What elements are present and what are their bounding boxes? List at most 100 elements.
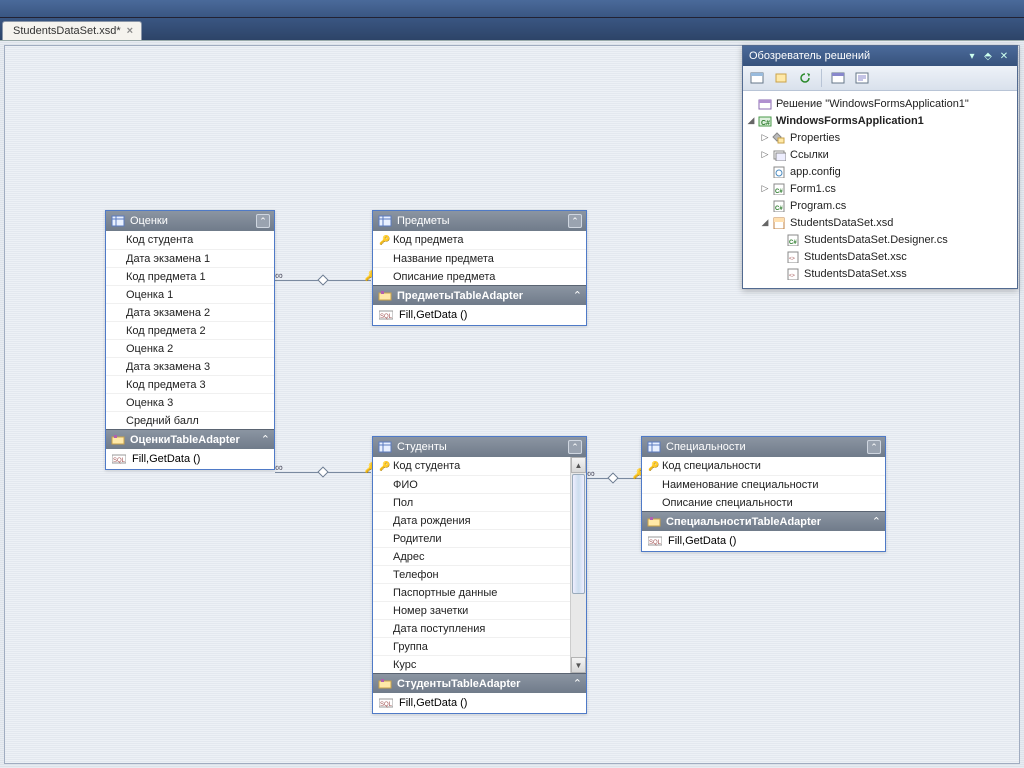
entity-header[interactable]: Студенты⌃ xyxy=(373,437,586,457)
entity-fields: Код студентаДата экзамена 1 Код предмета … xyxy=(106,231,274,429)
toolbar-code-icon[interactable] xyxy=(852,69,872,87)
entity-fields: 🔑Код студентаФИОПолДата рожденияРодители… xyxy=(373,457,570,673)
tree-item[interactable]: Решение "WindowsFormsApplication1" xyxy=(745,95,1015,112)
collapse-icon[interactable]: ⌃ xyxy=(573,289,582,302)
field-row[interactable]: Описание специальности xyxy=(642,493,885,511)
close-icon[interactable]: × xyxy=(127,25,133,37)
entity-ocenki[interactable]: Оценки⌃Код студентаДата экзамена 1 Код пр… xyxy=(105,210,275,470)
dropdown-icon[interactable]: ▾ xyxy=(965,49,979,63)
adapter-header[interactable]: СтудентыTableAdapter⌃ xyxy=(373,673,586,693)
entity-header[interactable]: Предметы⌃ xyxy=(373,211,586,231)
tree-item[interactable]: C#Program.cs xyxy=(745,197,1015,214)
entity-title: Специальности xyxy=(666,441,867,453)
field-row[interactable]: Группа xyxy=(373,637,570,655)
field-row[interactable]: Код студента xyxy=(106,231,274,249)
tree-twisty-icon[interactable]: ▷ xyxy=(759,183,771,194)
tree-twisty-icon[interactable]: ◢ xyxy=(745,115,757,126)
field-row[interactable]: Описание предмета xyxy=(373,267,586,285)
field-row[interactable]: ФИО xyxy=(373,475,570,493)
adapter-method[interactable]: SQLFill,GetData () xyxy=(373,305,586,325)
entity-title: Студенты xyxy=(397,441,568,453)
collapse-icon[interactable]: ⌃ xyxy=(568,440,582,454)
field-row[interactable]: Дата экзамена 2 xyxy=(106,303,274,321)
field-name: Курс xyxy=(393,659,564,671)
collapse-icon[interactable]: ⌃ xyxy=(867,440,881,454)
field-row[interactable]: Пол xyxy=(373,493,570,511)
tree-item[interactable]: ▷C#Form1.cs xyxy=(745,180,1015,197)
field-row[interactable]: Средний балл xyxy=(106,411,274,429)
tree-item[interactable]: app.config xyxy=(745,163,1015,180)
entity-spec[interactable]: Специальности⌃🔑Код специальностиНаименов… xyxy=(641,436,886,552)
tree-item[interactable]: ◢StudentsDataSet.xsd xyxy=(745,214,1015,231)
cs-icon: C# xyxy=(771,199,787,213)
sln-icon xyxy=(757,97,773,111)
pin-icon[interactable]: ⬘ xyxy=(981,49,995,63)
scrollbar[interactable]: ▲▼ xyxy=(570,457,586,673)
field-row[interactable]: 🔑Код предмета xyxy=(373,231,586,249)
sql-icon: SQL xyxy=(377,696,395,710)
tree-item[interactable]: <>StudentsDataSet.xss xyxy=(745,265,1015,282)
field-row[interactable]: Курс xyxy=(373,655,570,673)
field-row[interactable]: Паспортные данные xyxy=(373,583,570,601)
adapter-header[interactable]: ПредметыTableAdapter⌃ xyxy=(373,285,586,305)
field-row[interactable]: 🔑Код специальности xyxy=(642,457,885,475)
field-name: Код предмета 3 xyxy=(126,379,268,391)
scroll-thumb[interactable] xyxy=(572,474,585,594)
field-row[interactable]: Наименование специальности xyxy=(642,475,885,493)
document-tab[interactable]: StudentsDataSet.xsd* × xyxy=(2,21,142,40)
adapter-method[interactable]: SQLFill,GetData () xyxy=(106,449,274,469)
scroll-down-icon[interactable]: ▼ xyxy=(571,657,586,673)
collapse-icon[interactable]: ⌃ xyxy=(872,515,881,528)
field-row[interactable]: Код предмета 1 xyxy=(106,267,274,285)
entity-studenty[interactable]: Студенты⌃🔑Код студентаФИОПолДата рождени… xyxy=(372,436,587,714)
field-row[interactable]: Дата рождения xyxy=(373,511,570,529)
field-row[interactable]: Дата поступления xyxy=(373,619,570,637)
tree-item[interactable]: ▷Ссылки xyxy=(745,146,1015,163)
key-icon: 🔑 xyxy=(379,461,393,472)
collapse-icon[interactable]: ⌃ xyxy=(573,677,582,690)
field-row[interactable]: Код предмета 3 xyxy=(106,375,274,393)
panel-title-bar[interactable]: Обозреватель решений ▾ ⬘ ✕ xyxy=(743,46,1017,66)
entity-header[interactable]: Оценки⌃ xyxy=(106,211,274,231)
field-name: Средний балл xyxy=(126,415,268,427)
collapse-icon[interactable]: ⌃ xyxy=(256,214,270,228)
toolbar-properties-icon[interactable] xyxy=(747,69,767,87)
collapse-icon[interactable]: ⌃ xyxy=(261,433,270,446)
solution-tree[interactable]: Решение "WindowsFormsApplication1"◢C#Win… xyxy=(743,91,1017,288)
tree-twisty-icon[interactable]: ▷ xyxy=(759,149,771,160)
tree-item[interactable]: <>StudentsDataSet.xsc xyxy=(745,248,1015,265)
adapter-header[interactable]: СпециальностиTableAdapter⌃ xyxy=(642,511,885,531)
field-row[interactable]: 🔑Код студента xyxy=(373,457,570,475)
field-row[interactable]: Оценка 2 xyxy=(106,339,274,357)
tree-twisty-icon[interactable]: ◢ xyxy=(759,217,771,228)
adapter-header[interactable]: ОценкиTableAdapter⌃ xyxy=(106,429,274,449)
tree-item[interactable]: ◢C#WindowsFormsApplication1 xyxy=(745,112,1015,129)
scroll-up-icon[interactable]: ▲ xyxy=(571,457,586,473)
tree-twisty-icon[interactable]: ▷ xyxy=(759,132,771,143)
close-panel-icon[interactable]: ✕ xyxy=(997,49,1011,63)
field-row[interactable]: Код предмета 2 xyxy=(106,321,274,339)
toolbar-refresh-icon[interactable] xyxy=(795,69,815,87)
field-row[interactable]: Дата экзамена 1 xyxy=(106,249,274,267)
field-row[interactable]: Номер зачетки xyxy=(373,601,570,619)
field-row[interactable]: Дата экзамена 3 xyxy=(106,357,274,375)
field-row[interactable]: Оценка 1 xyxy=(106,285,274,303)
adapter-method[interactable]: SQLFill,GetData () xyxy=(642,531,885,551)
toolbar-view-icon[interactable] xyxy=(828,69,848,87)
field-row[interactable]: Оценка 3 xyxy=(106,393,274,411)
field-row[interactable]: Телефон xyxy=(373,565,570,583)
adapter-method[interactable]: SQLFill,GetData () xyxy=(373,693,586,713)
solution-explorer-panel[interactable]: Обозреватель решений ▾ ⬘ ✕ Решение "Wind… xyxy=(742,45,1018,289)
sql-icon: SQL xyxy=(646,534,664,548)
entity-predmety[interactable]: Предметы⌃🔑Код предметаНазвание предметаО… xyxy=(372,210,587,326)
field-name: Дата экзамена 2 xyxy=(126,307,268,319)
entity-header[interactable]: Специальности⌃ xyxy=(642,437,885,457)
field-row[interactable]: Родители xyxy=(373,529,570,547)
field-name: Код предмета 1 xyxy=(126,271,268,283)
tree-item[interactable]: ▷Properties xyxy=(745,129,1015,146)
field-row[interactable]: Название предмета xyxy=(373,249,586,267)
toolbar-showall-icon[interactable] xyxy=(771,69,791,87)
field-row[interactable]: Адрес xyxy=(373,547,570,565)
tree-item[interactable]: C#StudentsDataSet.Designer.cs xyxy=(745,231,1015,248)
collapse-icon[interactable]: ⌃ xyxy=(568,214,582,228)
